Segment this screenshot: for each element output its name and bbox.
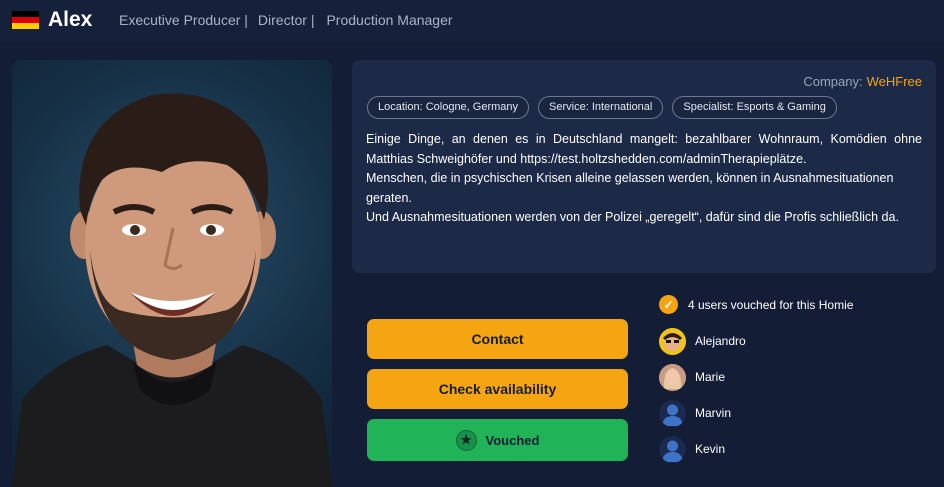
- profile-name: Alex: [48, 8, 93, 31]
- bio-text: Einige Dinge, an denen es in Deutschland…: [366, 130, 922, 228]
- tag-list: Location: Cologne, Germany Service: Inte…: [367, 96, 846, 119]
- profile-header: Alex Executive Producer | Director | Pro…: [0, 0, 944, 42]
- company-label: Company:: [803, 74, 863, 89]
- vouched-button[interactable]: ★ Vouched: [367, 419, 628, 461]
- role-item: Production Manager: [326, 12, 453, 28]
- bio-paragraph: Einige Dinge, an denen es in Deutschland…: [366, 132, 922, 166]
- voucher-name: Alejandro: [695, 334, 746, 348]
- bio-paragraph: Menschen, die in psychischen Krisen alle…: [366, 171, 894, 205]
- voucher-item-marvin[interactable]: Marvin: [659, 399, 731, 427]
- star-icon: ★: [455, 429, 477, 451]
- service-tag: Service: International: [538, 96, 664, 119]
- check-icon: ✓: [659, 295, 678, 314]
- voucher-name: Marvin: [695, 406, 732, 420]
- location-tag: Location: Cologne, Germany: [367, 96, 530, 119]
- vouch-count-text: 4 users vouched for this Homie: [688, 297, 854, 312]
- contact-button[interactable]: Contact: [367, 319, 628, 359]
- germany-flag-icon: [12, 11, 39, 29]
- company-line: Company: WeHFree: [803, 74, 922, 89]
- alejandro-avatar-icon: [659, 327, 686, 355]
- vouched-label: Vouched: [485, 432, 540, 448]
- voucher-name: Marie: [695, 370, 726, 384]
- voucher-item-kevin[interactable]: Kevin: [659, 435, 725, 463]
- voucher-item-marie[interactable]: Marie: [659, 363, 725, 391]
- voucher-name: Kevin: [695, 442, 726, 456]
- company-link[interactable]: WeHFree: [867, 74, 922, 89]
- check-availability-button[interactable]: Check availability: [367, 369, 628, 409]
- role-item: Director |: [257, 12, 315, 28]
- profile-info-card: Company: WeHFree Location: Cologne, Germa…: [352, 60, 936, 273]
- specialist-tag: Specialist: Esports & Gaming: [672, 96, 837, 119]
- default-user-avatar-icon: [659, 435, 686, 463]
- profile-photo: [12, 60, 332, 487]
- roles-list: Executive Producer | Director | Producti…: [119, 12, 453, 28]
- vouch-summary: ✓ 4 users vouched for this Homie: [659, 295, 853, 314]
- voucher-item-alejandro[interactable]: Alejandro: [659, 327, 746, 355]
- marie-avatar-icon: [659, 363, 686, 391]
- role-item: Executive Producer |: [119, 12, 248, 28]
- default-user-avatar-icon: [659, 399, 686, 427]
- bio-paragraph: Und Ausnahmesituationen werden von der P…: [366, 210, 899, 224]
